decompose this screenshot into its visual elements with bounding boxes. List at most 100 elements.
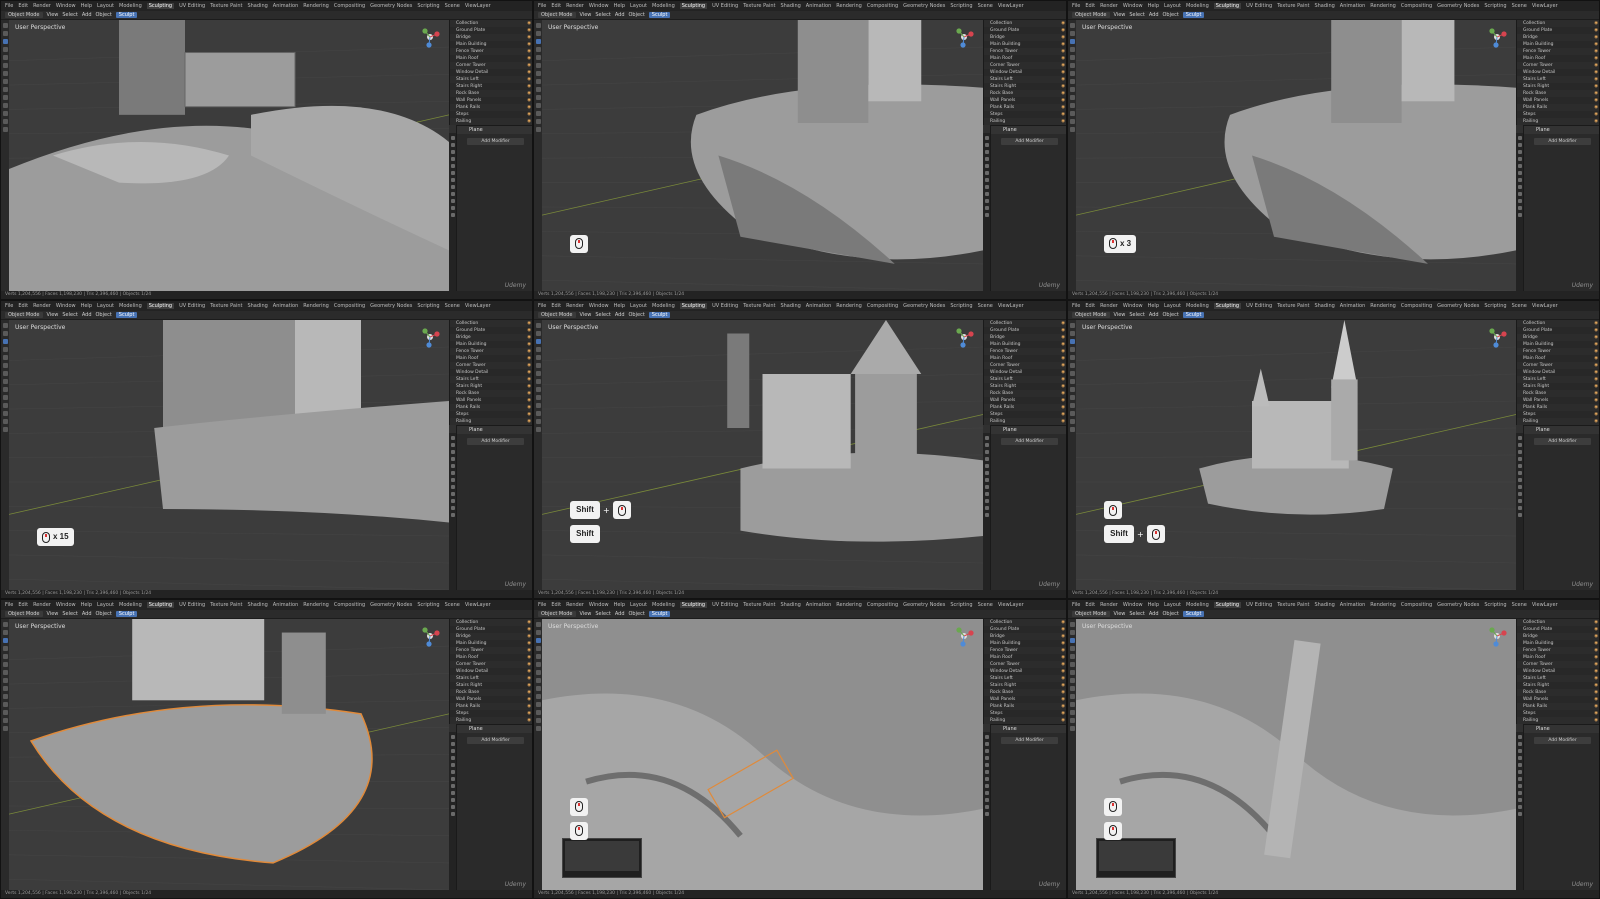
tab-sculpting[interactable]: Sculpting xyxy=(1213,303,1242,309)
properties-tab-icon[interactable] xyxy=(1517,763,1522,767)
outliner-row[interactable]: Ground Plate ◉ xyxy=(1517,27,1599,34)
view-layer-selector[interactable]: ViewLayer xyxy=(998,602,1024,608)
visibility-eye-icon[interactable]: ◉ xyxy=(1594,710,1598,717)
properties-tab-icon[interactable] xyxy=(450,784,455,788)
properties-tab-strip[interactable] xyxy=(983,433,990,590)
tab-geometry-nodes[interactable]: Geometry Nodes xyxy=(1437,303,1479,309)
tool-icon[interactable] xyxy=(2,331,8,336)
properties-tab-icon[interactable] xyxy=(984,157,989,161)
visibility-eye-icon[interactable]: ◉ xyxy=(527,390,531,397)
visibility-eye-icon[interactable]: ◉ xyxy=(1594,703,1598,710)
visibility-eye-icon[interactable]: ◉ xyxy=(1594,34,1598,41)
outliner-row[interactable]: Corner Tower ◉ xyxy=(1517,62,1599,69)
active-tool-button[interactable]: Sculpt xyxy=(1182,312,1205,318)
outliner-row[interactable]: Window Detail ◉ xyxy=(1517,69,1599,76)
tool-icon[interactable] xyxy=(535,654,541,659)
visibility-eye-icon[interactable]: ◉ xyxy=(1594,83,1598,90)
visibility-eye-icon[interactable]: ◉ xyxy=(1594,390,1598,397)
outliner-row[interactable]: Main Roof ◉ xyxy=(1517,654,1599,661)
outliner-row[interactable]: Collection ◉ xyxy=(1517,20,1599,27)
outliner-row[interactable]: Plank Rails ◉ xyxy=(450,104,532,111)
tool-icon[interactable] xyxy=(535,331,541,336)
outliner-row[interactable]: Railing ◉ xyxy=(1517,118,1599,125)
outliner-row[interactable]: Railing ◉ xyxy=(450,418,532,425)
header-object[interactable]: Object xyxy=(629,312,645,318)
tool-icon[interactable] xyxy=(1069,31,1075,36)
outliner-row[interactable]: Bridge ◉ xyxy=(450,34,532,41)
header-select[interactable]: Select xyxy=(595,312,610,318)
header-object[interactable]: Object xyxy=(1163,312,1179,318)
outliner-row[interactable]: Window Detail ◉ xyxy=(984,69,1066,76)
header-add[interactable]: Add xyxy=(615,611,625,617)
tab-compositing[interactable]: Compositing xyxy=(334,602,365,608)
menu-item-render[interactable]: Render xyxy=(33,303,51,309)
outliner-row[interactable]: Stairs Left ◉ xyxy=(450,376,532,383)
outliner-row[interactable]: Plank Rails ◉ xyxy=(984,404,1066,411)
tool-icon[interactable] xyxy=(2,95,8,100)
view-layer-selector[interactable]: ViewLayer xyxy=(998,303,1024,309)
tab-geometry-nodes[interactable]: Geometry Nodes xyxy=(903,303,945,309)
header-select[interactable]: Select xyxy=(1129,611,1144,617)
tool-icon[interactable] xyxy=(1069,95,1075,100)
header-object-mode[interactable]: Object Mode xyxy=(1072,312,1110,318)
header-object[interactable]: Object xyxy=(96,312,112,318)
header-select[interactable]: Select xyxy=(595,12,610,18)
tool-icon[interactable] xyxy=(535,718,541,723)
menu-item-render[interactable]: Render xyxy=(33,3,51,9)
properties-tab-icon[interactable] xyxy=(1517,513,1522,517)
properties-tab-strip[interactable] xyxy=(449,433,456,590)
menu-item-edit[interactable]: Edit xyxy=(18,303,28,309)
visibility-eye-icon[interactable]: ◉ xyxy=(527,703,531,710)
header-object[interactable]: Object xyxy=(629,12,645,18)
properties-tab-icon[interactable] xyxy=(1517,749,1522,753)
visibility-eye-icon[interactable]: ◉ xyxy=(1594,411,1598,418)
outliner-row[interactable]: Railing ◉ xyxy=(1517,717,1599,724)
tool-icon[interactable] xyxy=(2,355,8,360)
header-add[interactable]: Add xyxy=(615,312,625,318)
tab-rendering[interactable]: Rendering xyxy=(303,3,329,9)
outliner-row[interactable]: Steps ◉ xyxy=(984,710,1066,717)
properties-tab-icon[interactable] xyxy=(984,206,989,210)
outliner-panel[interactable]: Collection ◉ Ground Plate ◉ Bridge ◉ Main Buil… xyxy=(1516,320,1599,425)
active-tool-button[interactable]: Sculpt xyxy=(115,312,138,318)
tab-uv-editing[interactable]: UV Editing xyxy=(179,602,205,608)
properties-tab-icon[interactable] xyxy=(1517,436,1522,440)
tool-icon[interactable] xyxy=(1069,323,1075,328)
properties-tab-icon[interactable] xyxy=(1517,213,1522,217)
header-add[interactable]: Add xyxy=(82,611,92,617)
outliner-row[interactable]: Rock Base ◉ xyxy=(984,689,1066,696)
outliner-panel[interactable]: Collection ◉ Ground Plate ◉ Bridge ◉ Main Buil… xyxy=(983,619,1066,724)
tool-icon[interactable] xyxy=(535,427,541,432)
properties-tab-icon[interactable] xyxy=(984,499,989,503)
tool-icon[interactable] xyxy=(1069,63,1075,68)
visibility-eye-icon[interactable]: ◉ xyxy=(1594,104,1598,111)
properties-tab-icon[interactable] xyxy=(450,157,455,161)
outliner-row[interactable]: Ground Plate ◉ xyxy=(984,27,1066,34)
navigation-gizmo-icon[interactable] xyxy=(1486,625,1508,647)
tool-icon[interactable] xyxy=(2,646,8,651)
visibility-eye-icon[interactable]: ◉ xyxy=(1594,97,1598,104)
visibility-eye-icon[interactable]: ◉ xyxy=(1061,48,1065,55)
tool-icon[interactable] xyxy=(2,47,8,52)
properties-tab-icon[interactable] xyxy=(450,770,455,774)
menu-item-help[interactable]: Help xyxy=(1148,602,1159,608)
outliner-row[interactable]: Steps ◉ xyxy=(450,411,532,418)
tool-icon[interactable] xyxy=(2,111,8,116)
visibility-eye-icon[interactable]: ◉ xyxy=(1061,97,1065,104)
tool-icon[interactable] xyxy=(535,419,541,424)
header-view[interactable]: View xyxy=(47,312,59,318)
outliner-row[interactable]: Fence Tower ◉ xyxy=(450,48,532,55)
tool-icon[interactable] xyxy=(2,427,8,432)
tool-icon[interactable] xyxy=(2,79,8,84)
header-view[interactable]: View xyxy=(580,611,592,617)
menu-item-window[interactable]: Window xyxy=(56,3,76,9)
tool-icon[interactable] xyxy=(2,638,8,643)
properties-tab-icon[interactable] xyxy=(984,436,989,440)
visibility-eye-icon[interactable]: ◉ xyxy=(527,369,531,376)
tool-icon[interactable] xyxy=(2,694,8,699)
outliner-row[interactable]: Main Building ◉ xyxy=(450,341,532,348)
outliner-row[interactable]: Bridge ◉ xyxy=(984,633,1066,640)
tab-texture-paint[interactable]: Texture Paint xyxy=(1277,602,1309,608)
visibility-eye-icon[interactable]: ◉ xyxy=(1594,369,1598,376)
properties-tab-icon[interactable] xyxy=(984,735,989,739)
